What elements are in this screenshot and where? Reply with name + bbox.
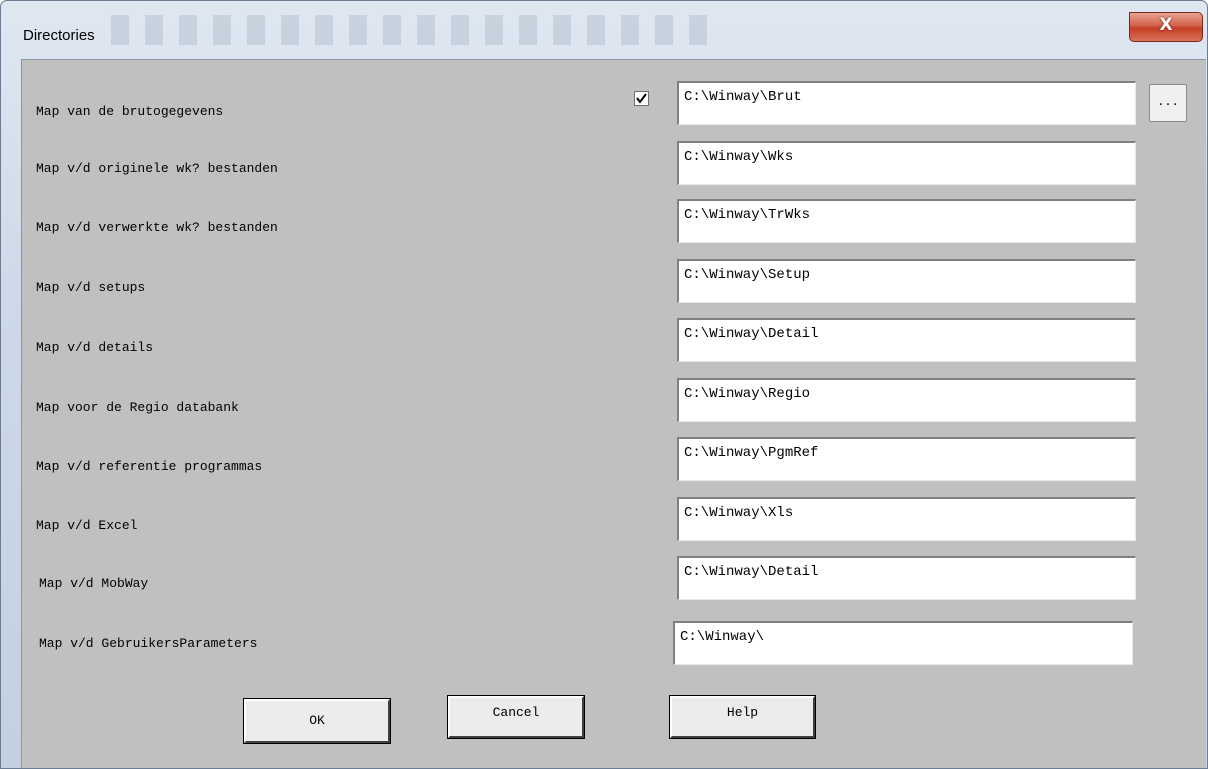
setup-directory-label: Map v/d setups (36, 280, 146, 295)
regio-directory-label: Map voor de Regio databank (36, 400, 239, 415)
parameters-directory-label: Map v/d GebruikersParameters (39, 636, 258, 651)
ok-button[interactable]: OK (243, 698, 391, 744)
brut-directory-label: Map van de brutogegevens (36, 104, 224, 119)
pgmref-directory-input[interactable]: C:\Winway\PgmRef (677, 437, 1136, 481)
parameters-directory-input[interactable]: C:\Winway\ (673, 621, 1133, 665)
setup-directory-input[interactable]: C:\Winway\Setup (677, 259, 1136, 303)
close-button[interactable]: X (1129, 12, 1203, 42)
pgmref-directory-label: Map v/d referentie programmas (36, 459, 263, 474)
regio-directory-input[interactable]: C:\Winway\Regio (677, 378, 1136, 422)
mobway-directory-label: Map v/d MobWay (39, 576, 149, 591)
detail-directory-input[interactable]: C:\Winway\Detail (677, 318, 1136, 362)
help-button[interactable]: Help (669, 695, 816, 739)
browse-button[interactable]: ... (1149, 84, 1187, 122)
wks-directory-label: Map v/d originele wk? bestanden (36, 161, 278, 176)
excel-directory-label: Map v/d Excel (36, 518, 138, 533)
brut-checkbox[interactable] (634, 91, 649, 106)
trwks-directory-label: Map v/d verwerkte wk? bestanden (36, 220, 278, 235)
cancel-button[interactable]: Cancel (447, 695, 585, 739)
brut-directory-input[interactable]: C:\Winway\Brut (677, 81, 1136, 125)
excel-directory-input[interactable]: C:\Winway\Xls (677, 497, 1136, 541)
close-icon: X (1159, 15, 1173, 35)
dialog-body: Map van de brutogegevens C:\Winway\Brut … (21, 59, 1206, 768)
mobway-directory-input[interactable]: C:\Winway\Detail (677, 556, 1136, 600)
wks-directory-input[interactable]: C:\Winway\Wks (677, 141, 1136, 185)
window-title: Directories (23, 27, 95, 44)
checkmark-icon (636, 93, 647, 104)
titlebar-background (111, 15, 711, 45)
directories-window: Directories X Map van de brutogegevens C… (0, 0, 1208, 769)
detail-directory-label: Map v/d details (36, 340, 154, 355)
trwks-directory-input[interactable]: C:\Winway\TrWks (677, 199, 1136, 243)
